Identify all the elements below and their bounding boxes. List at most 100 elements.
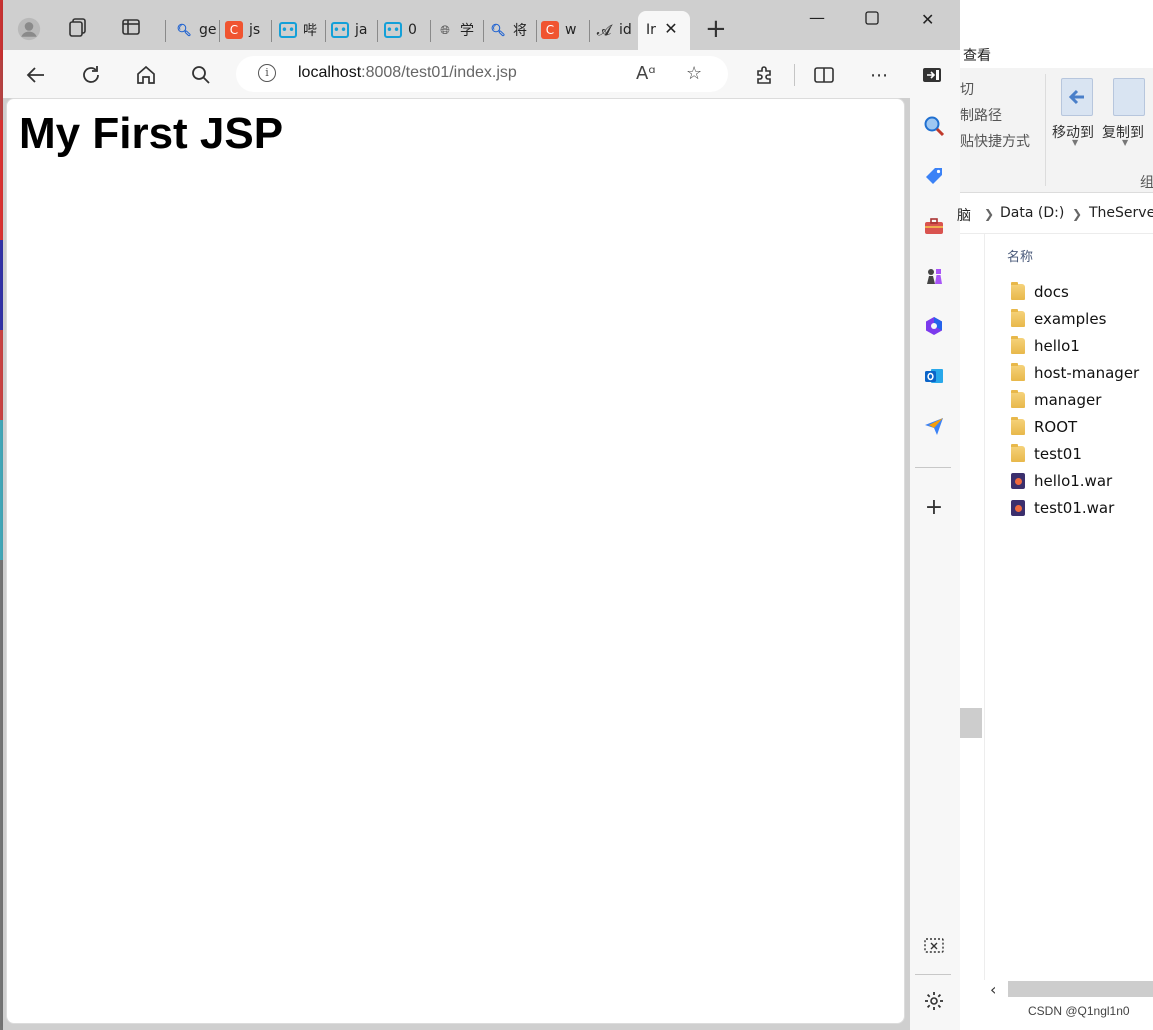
- tab-separator: [165, 20, 166, 42]
- tab-4[interactable]: •• ja: [331, 18, 375, 42]
- url-text[interactable]: localhost:8008/test01/index.jsp: [298, 64, 517, 82]
- read-aloud-icon[interactable]: Aᵅ: [636, 63, 656, 84]
- sidebar-search-icon[interactable]: [921, 113, 947, 139]
- close-window-icon[interactable]: ✕: [921, 10, 934, 29]
- tools-briefcase-icon[interactable]: [921, 213, 947, 239]
- copy-path-label[interactable]: 制路径: [960, 105, 1002, 125]
- breadcrumb-item[interactable]: 脑: [957, 205, 971, 225]
- file-row-test01[interactable]: test01: [1011, 443, 1082, 465]
- name-column-header[interactable]: 名称: [1007, 246, 1033, 265]
- file-name: ROOT: [1034, 418, 1078, 436]
- maximize-icon[interactable]: [865, 10, 879, 29]
- tab-3[interactable]: •• 哔: [279, 18, 325, 42]
- tab-7[interactable]: 🔍︎ 将: [489, 18, 535, 42]
- copy-to-icon[interactable]: [1113, 78, 1145, 116]
- new-tab-button[interactable]: +: [705, 16, 727, 42]
- refresh-button[interactable]: [78, 62, 104, 88]
- hide-sidebar-icon[interactable]: [919, 62, 945, 88]
- breadcrumb-item[interactable]: Data (D:): [1000, 205, 1064, 221]
- tab-label: ja: [355, 22, 368, 38]
- file-row-docs[interactable]: docs: [1011, 281, 1069, 303]
- tab-label: id: [619, 22, 632, 38]
- ribbon-group-label: 组: [1140, 175, 1153, 191]
- minimize-icon[interactable]: —: [809, 8, 825, 27]
- address-bar[interactable]: i localhost:8008/test01/index.jsp Aᵅ ☆: [236, 56, 728, 92]
- tab-2[interactable]: C js: [225, 18, 271, 42]
- file-row-hello1[interactable]: hello1: [1011, 335, 1080, 357]
- settings-gear-icon[interactable]: [921, 988, 947, 1014]
- file-row-examples[interactable]: examples: [1011, 308, 1106, 330]
- file-name: examples: [1034, 310, 1107, 328]
- file-row-root[interactable]: ROOT: [1011, 416, 1077, 438]
- tab-strip: 🔍︎ ge C js •• 哔 •• ja •• 0 🌐︎ 学 🔍︎ 将 C w…: [3, 0, 960, 51]
- tab-separator: [536, 20, 537, 42]
- microsoft-365-icon[interactable]: [921, 313, 947, 339]
- tab-separator: [483, 20, 484, 42]
- file-row-manager[interactable]: manager: [1011, 389, 1101, 411]
- breadcrumb: 脑 ❯ Data (D:) ❯ TheServe: [957, 193, 1153, 234]
- ribbon-separator: [1045, 74, 1046, 186]
- folder-icon: [1011, 282, 1025, 300]
- search-icon: 🔍︎: [176, 23, 192, 37]
- send-plane-icon[interactable]: [921, 413, 947, 439]
- profile-avatar[interactable]: [17, 17, 41, 41]
- file-name: docs: [1034, 283, 1069, 301]
- home-button[interactable]: [133, 62, 159, 88]
- tab-8[interactable]: C w: [541, 18, 587, 42]
- split-screen-icon[interactable]: [811, 62, 837, 88]
- ribbon-tab-view[interactable]: 查看: [963, 45, 991, 65]
- screenshot-icon[interactable]: [921, 933, 947, 959]
- folder-icon: [1011, 363, 1025, 381]
- move-to-icon[interactable]: [1061, 78, 1093, 116]
- file-row-hello1-war[interactable]: hello1.war: [1011, 470, 1112, 492]
- back-button[interactable]: [23, 62, 49, 88]
- bilibili-icon: ••: [279, 22, 297, 38]
- navigation-pane: [960, 234, 985, 980]
- vertical-tabs-icon[interactable]: [119, 15, 143, 39]
- shopping-tag-icon[interactable]: [921, 163, 947, 189]
- paste-shortcut-label[interactable]: 贴快捷方式: [960, 131, 1030, 151]
- more-menu-icon[interactable]: ⋯: [866, 62, 892, 88]
- ribbon: 切 制路径 贴快捷方式 移动到 ▼ 复制到 ▼ 组: [960, 68, 1153, 193]
- tab-5[interactable]: •• 0: [384, 18, 428, 42]
- tab-label: js: [249, 22, 261, 38]
- nav-scrollbar-thumb[interactable]: [960, 708, 982, 738]
- horizontal-scrollbar[interactable]: ‹: [986, 980, 1153, 999]
- file-row-host-manager[interactable]: host-manager: [1011, 362, 1139, 384]
- csdn-logo-icon: C: [541, 21, 559, 39]
- outlook-icon[interactable]: [921, 363, 947, 389]
- cut-label[interactable]: 切: [960, 79, 974, 99]
- war-file-icon: [1011, 500, 1025, 516]
- extensions-icon[interactable]: [751, 62, 777, 88]
- search-button[interactable]: [188, 62, 214, 88]
- tab-label: 哔: [303, 23, 317, 39]
- tab-separator: [271, 20, 272, 42]
- tab-separator: [219, 20, 220, 42]
- file-name: test01.war: [1034, 499, 1115, 517]
- search-icon: 🔍︎: [490, 23, 506, 37]
- file-row-test01-war[interactable]: test01.war: [1011, 497, 1114, 519]
- add-sidebar-app-icon[interactable]: +: [921, 494, 947, 520]
- file-name: hello1: [1034, 337, 1080, 355]
- games-chess-icon[interactable]: [921, 263, 947, 289]
- tab-separator: [325, 20, 326, 42]
- breadcrumb-item[interactable]: TheServe: [1089, 205, 1153, 221]
- collections-icon[interactable]: [66, 15, 90, 39]
- scroll-left-icon[interactable]: ‹: [990, 980, 996, 999]
- folder-icon: [1011, 309, 1025, 327]
- toolbar: i localhost:8008/test01/index.jsp Aᵅ ☆ ⋯: [3, 50, 960, 98]
- war-file-icon: [1011, 473, 1025, 489]
- chevron-down-icon: ▼: [1122, 138, 1129, 147]
- tab-1[interactable]: 🔍︎ ge: [175, 18, 219, 42]
- scrollbar-thumb[interactable]: [1008, 981, 1153, 997]
- page-heading: My First JSP: [19, 109, 284, 158]
- favorite-star-icon[interactable]: ☆: [686, 63, 702, 84]
- csdn-logo-icon: C: [225, 21, 243, 39]
- folder-icon: [1011, 336, 1025, 354]
- tab-9[interactable]: 𝓐 id: [595, 18, 637, 42]
- tab-6[interactable]: 🌐︎ 学: [436, 18, 482, 42]
- sidebar-separator: [915, 467, 951, 468]
- close-tab-icon[interactable]: ✕: [663, 19, 679, 38]
- site-info-icon[interactable]: i: [258, 64, 276, 82]
- bilibili-icon: ••: [384, 22, 402, 38]
